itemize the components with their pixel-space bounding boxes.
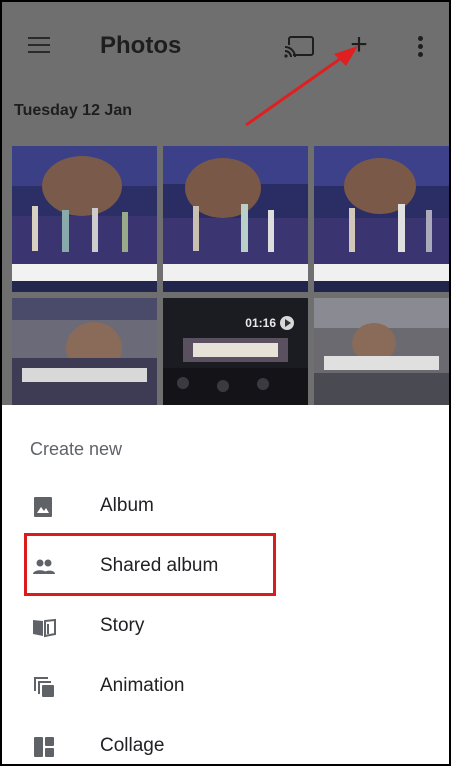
menu-icon[interactable]: [28, 37, 50, 55]
collage-icon: [34, 737, 54, 757]
photo-thumbnail[interactable]: [314, 146, 449, 292]
video-thumbnail[interactable]: 01:16: [163, 298, 308, 405]
photo-thumbnail[interactable]: [12, 298, 157, 405]
photo-thumbnail[interactable]: [314, 298, 449, 405]
cast-icon[interactable]: [283, 35, 315, 59]
video-duration-label: 01:16: [245, 316, 276, 330]
add-icon[interactable]: +: [346, 29, 372, 61]
create-new-sheet: Create new Album Shared album Story Anim…: [2, 405, 449, 764]
page-title: Photos: [100, 32, 182, 59]
menu-item-album[interactable]: Album: [2, 477, 449, 537]
animation-icon: [34, 677, 54, 697]
photo-thumbnail[interactable]: [163, 146, 308, 292]
menu-item-label: Collage: [100, 735, 165, 756]
photo-thumbnail[interactable]: [12, 146, 157, 292]
menu-item-story[interactable]: Story: [2, 597, 449, 657]
screenshot-frame: Photos + Tuesday 12 Jan 01:16 Create new…: [0, 0, 451, 766]
menu-item-label: Animation: [100, 675, 185, 696]
photo-grid: 01:16: [12, 146, 449, 405]
video-duration: 01:16: [245, 316, 294, 330]
menu-item-collage[interactable]: Collage: [2, 717, 449, 764]
menu-item-label: Story: [100, 615, 145, 636]
menu-item-animation[interactable]: Animation: [2, 657, 449, 717]
sheet-title: Create new: [30, 439, 123, 459]
app-bar: Photos +: [2, 2, 449, 92]
photos-app-dimmed: Photos + Tuesday 12 Jan 01:16: [2, 2, 449, 405]
album-icon: [34, 497, 52, 517]
story-icon: [33, 618, 56, 638]
date-header: Tuesday 12 Jan: [14, 102, 132, 119]
more-vert-icon[interactable]: [416, 36, 424, 58]
play-icon: [280, 316, 294, 330]
annotation-highlight-box: [24, 533, 276, 596]
menu-item-label: Album: [100, 495, 154, 516]
